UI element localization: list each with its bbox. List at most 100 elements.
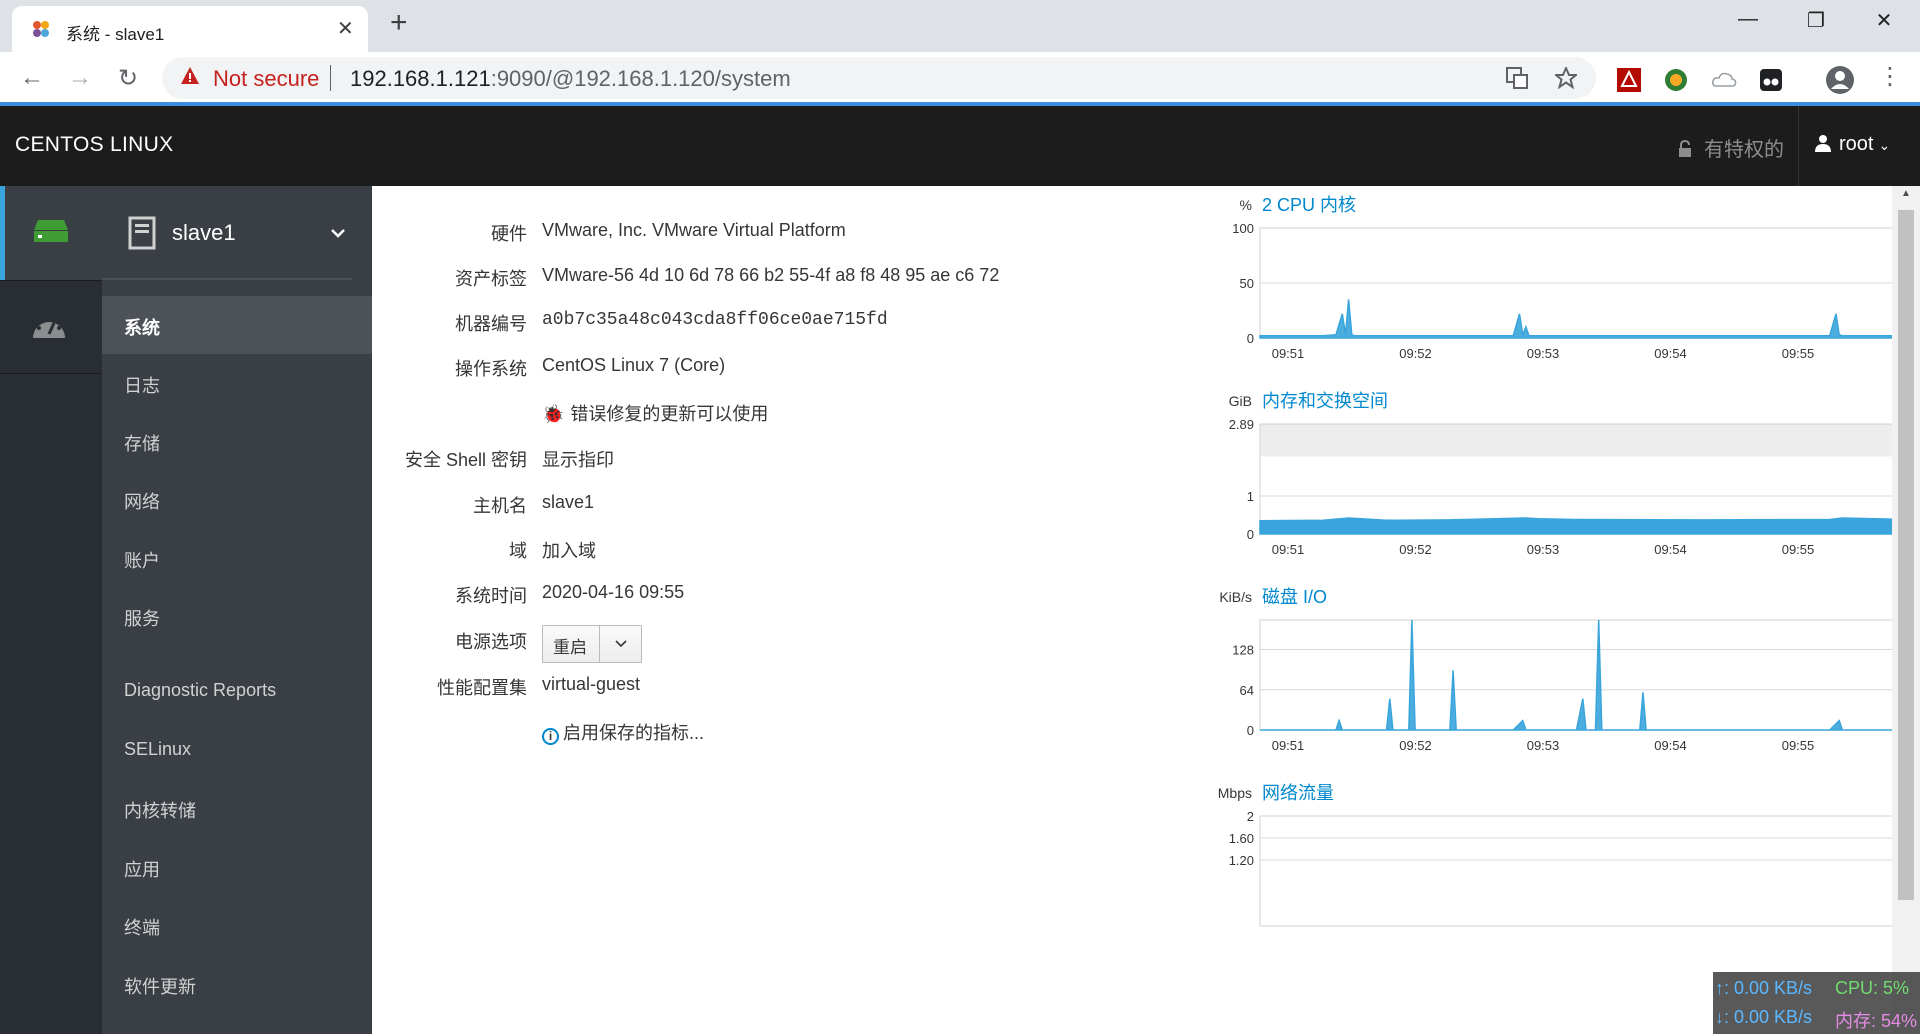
system-time-link[interactable]: 2020-04-16 09:55 — [542, 582, 684, 603]
hostname-row: 主机名 slave1 — [372, 492, 1012, 522]
tab-close-icon[interactable]: ✕ — [337, 16, 354, 41]
restart-button[interactable]: 重启 — [553, 633, 587, 658]
chart-ytick: 2 — [1247, 809, 1254, 824]
cloud-extension-icon[interactable] — [1710, 66, 1738, 94]
browser-tab-strip: 系统 - slave1 ✕ + — ❐ ✕ — [0, 0, 1920, 52]
host-divider — [102, 278, 352, 280]
sidebar-item-software-updates[interactable]: 软件更新 — [102, 955, 372, 1013]
ssh-keys-row: 安全 Shell 密钥 显示指印 — [372, 446, 1012, 476]
privileged-status[interactable]: 有特权的 — [1678, 133, 1784, 162]
cpu-usage: CPU: 5% — [1835, 978, 1910, 998]
chart-ytick: 0 — [1247, 723, 1254, 738]
sidebar-item-accounts[interactable]: 账户 — [102, 529, 372, 587]
pdf-extension-icon[interactable] — [1615, 66, 1643, 94]
asset-tag-row: 资产标签 VMware-56 4d 10 6d 78 66 b2 55-4f a… — [372, 265, 1012, 295]
chart-unit: Mbps — [1218, 785, 1252, 801]
info-circle-icon: i — [542, 728, 559, 745]
upload-speed: ↑: 0.00 KB/s — [1715, 978, 1813, 998]
chevron-down-icon — [615, 640, 627, 648]
performance-profile-link[interactable]: virtual-guest — [542, 674, 640, 695]
sidebar-item-selinux[interactable]: SELinux — [102, 721, 372, 779]
address-bar[interactable]: Not secure 192.168.1.121:9090/@192.168.1… — [162, 57, 1596, 99]
chart-title: 内存和交换空间 — [1262, 391, 1388, 411]
chart-title: 2 CPU 内核 — [1262, 195, 1356, 215]
security-label[interactable]: Not secure — [213, 66, 319, 92]
minimize-icon[interactable]: — — [1728, 8, 1768, 31]
tab-title: 系统 - slave1 — [66, 25, 165, 44]
updates-link[interactable]: 🐞 错误修复的更新可以使用 — [542, 400, 768, 426]
chart-unit: KiB/s — [1219, 589, 1252, 605]
glasses-extension-icon[interactable] — [1757, 66, 1785, 94]
dashboard-gauge-icon — [33, 315, 65, 338]
sidebar-item-system[interactable]: 系统 — [102, 296, 372, 354]
chart-limit-band — [1260, 424, 1892, 457]
window-close-icon[interactable]: ✕ — [1864, 8, 1904, 33]
reload-icon[interactable]: ↻ — [112, 64, 144, 93]
dashboard-rail-item[interactable] — [0, 280, 102, 374]
bookmark-star-icon[interactable] — [1555, 67, 1577, 89]
chevron-down-icon — [331, 229, 345, 238]
hostname-label: 主机名 — [473, 496, 527, 516]
page-scrollbar[interactable]: ▲ — [1892, 186, 1920, 1034]
lock-icon — [1679, 140, 1691, 157]
user-icon — [1815, 135, 1831, 152]
chart-ytick: 0 — [1247, 331, 1254, 346]
restore-icon[interactable]: ❐ — [1796, 8, 1836, 33]
sidebar-item-logs[interactable]: 日志 — [102, 354, 372, 412]
memory-usage: 内存: 54% — [1835, 1011, 1918, 1031]
chart-ytick: 1 — [1247, 489, 1254, 504]
bug-icon: 🐞 — [542, 404, 565, 424]
scrollbar-thumb[interactable] — [1898, 210, 1914, 900]
machine-id-value: a0b7c35a48c043cda8ff06ce0ae715fd — [542, 310, 888, 330]
forward-icon[interactable]: → — [64, 64, 96, 92]
chart-frame — [1259, 815, 1892, 927]
sidebar-item-kdump[interactable]: 内核转储 — [102, 779, 372, 837]
chart-ytick: 50 — [1240, 276, 1254, 291]
browser-tab[interactable]: 系统 - slave1 ✕ — [12, 6, 368, 52]
host-selector[interactable]: slave1 — [102, 186, 372, 280]
power-options-label: 电源选项 — [455, 632, 527, 652]
sidebar-item-storage[interactable]: 存储 — [102, 412, 372, 470]
sidebar-item-apps[interactable]: 应用 — [102, 838, 372, 896]
enable-metrics-link[interactable]: i 启用保存的指标... — [542, 719, 704, 745]
chart-unit: GiB — [1229, 393, 1252, 409]
join-domain-link[interactable]: 加入域 — [542, 537, 596, 563]
globe-extension-icon[interactable] — [1662, 66, 1690, 94]
new-tab-icon[interactable]: + — [390, 6, 408, 40]
download-speed: ↓: 0.00 KB/s — [1715, 1007, 1813, 1027]
ssh-fingerprints-link[interactable]: 显示指印 — [542, 446, 614, 472]
host-rail-item[interactable] — [0, 186, 102, 280]
os-row: 操作系统 CentOS Linux 7 (Core) — [372, 355, 1012, 385]
sidebar-item-services[interactable]: 服务 — [102, 587, 372, 645]
usage-charts: % 2 CPU 内核10050009:51 09:52 09:53 09:54 09:55… — [1218, 195, 1892, 927]
chart-xtick: 09:51 — [1272, 738, 1305, 753]
chart-xtick: 09:55 — [1782, 738, 1815, 753]
chart-series-area — [1259, 517, 1892, 535]
cockpit-header: CENTOS LINUX 有特权的 root ⌄ — [0, 106, 1920, 186]
power-dropdown-toggle[interactable] — [599, 626, 642, 662]
profile-avatar-icon[interactable] — [1824, 64, 1856, 96]
scroll-up-icon[interactable]: ▲ — [1901, 188, 1911, 199]
chart-frame — [1259, 619, 1892, 731]
machine-id-label: 机器编号 — [455, 314, 527, 334]
chart-ytick: 0 — [1247, 527, 1254, 542]
hostname-link[interactable]: slave1 — [542, 492, 594, 513]
os-label: 操作系统 — [455, 359, 527, 379]
hardware-link[interactable]: VMware, Inc. VMware Virtual Platform — [542, 220, 846, 241]
back-icon[interactable]: ← — [16, 64, 48, 92]
system-overview: 硬件 VMware, Inc. VMware Virtual Platform … — [372, 186, 1892, 1034]
url-text[interactable]: 192.168.1.121:9090/@192.168.1.120/system — [350, 66, 791, 92]
sidebar-item-network[interactable]: 网络 — [102, 470, 372, 528]
chart-xtick: 09:52 — [1399, 542, 1432, 557]
asset-tag-value: VMware-56 4d 10 6d 78 66 b2 55-4f a8 f8 … — [542, 265, 1000, 285]
chevron-down-icon: ⌄ — [1878, 137, 1891, 153]
sidebar-item-terminal[interactable]: 终端 — [102, 896, 372, 954]
translate-icon[interactable] — [1506, 67, 1528, 89]
chart-unit: % — [1240, 197, 1252, 213]
browser-menu-icon[interactable]: ⋮ — [1878, 62, 1902, 91]
user-menu[interactable]: root ⌄ — [1798, 106, 1920, 186]
host-document-icon — [128, 216, 156, 250]
sidebar-item-diagnostic-reports[interactable]: Diagnostic Reports — [102, 662, 372, 720]
browser-toolbar: ← → ↻ Not secure 192.168.1.121:9090/@192… — [0, 52, 1920, 106]
chart-ytick: 2.89 — [1229, 417, 1254, 432]
